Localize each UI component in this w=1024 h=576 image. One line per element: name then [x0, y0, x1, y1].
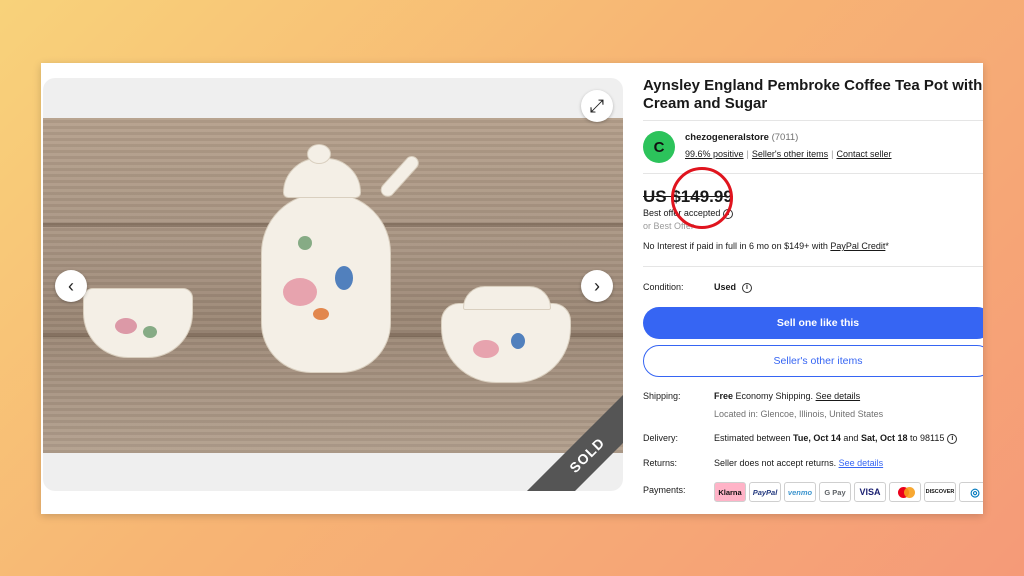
condition-value-row: Used i: [714, 282, 753, 293]
image-gallery[interactable]: ⤢ ‹ › SOLD: [43, 78, 623, 491]
mastercard-icon: [889, 482, 921, 502]
creamer: [83, 288, 193, 358]
item-location: Located in: Glencoe, Illinois, United St…: [714, 409, 884, 419]
bird-decoration: [335, 266, 353, 290]
leaf-decoration: [298, 236, 312, 250]
listing-title: Aynsley England Pembroke Coffee Tea Pot …: [643, 77, 983, 112]
divider: [643, 120, 983, 121]
chevron-right-icon: ›: [594, 275, 600, 296]
returns-label: Returns:: [643, 458, 678, 468]
shipping-free: Free: [714, 391, 734, 401]
info-icon[interactable]: i: [742, 282, 753, 293]
flower-decoration: [115, 318, 137, 334]
payment-methods: Klarna PayPal venmo G Pay VISA DISCOVER …: [714, 482, 983, 502]
seller-links: 99.6% positive | Seller's other items | Cont…: [685, 149, 892, 159]
sugar-bowl: [441, 303, 571, 383]
venmo-icon: venmo: [784, 482, 816, 502]
klarna-icon: Klarna: [714, 482, 746, 502]
shipping-label: Shipping:: [643, 391, 681, 401]
financing-info: No Interest if paid in full in 6 mo on $…: [643, 241, 889, 251]
delivery-and: and: [840, 433, 861, 443]
delivery-zip: to 98115: [907, 433, 945, 443]
previous-image-button[interactable]: ‹: [55, 270, 87, 302]
shipping-method: Economy Shipping.: [733, 391, 816, 401]
sellers-other-items-button[interactable]: Seller's other items: [643, 345, 983, 377]
teapot: [261, 193, 391, 373]
seller-feedback-count: (7011): [771, 132, 799, 143]
flower-decoration: [473, 340, 499, 358]
google-pay-icon: G Pay: [819, 482, 851, 502]
teapot-spout: [377, 153, 422, 200]
contact-seller-link[interactable]: Contact seller: [836, 149, 891, 159]
sugar-bowl-lid: [463, 286, 551, 310]
delivery-end: Sat, Oct 18: [860, 433, 908, 443]
discover-icon: DISCOVER: [924, 482, 956, 502]
leaf-decoration: [143, 326, 157, 338]
bird-decoration: [511, 333, 525, 349]
delivery-start: Tue, Oct 14: [793, 433, 841, 443]
divider: [643, 266, 983, 267]
seller-avatar[interactable]: C: [643, 131, 675, 163]
delivery-prefix: Estimated between: [714, 433, 794, 443]
expand-icon: ⤢: [589, 95, 605, 116]
returns-text: Seller does not accept returns.: [714, 458, 839, 468]
financing-suffix: *: [885, 241, 889, 251]
teapot-lid: [283, 158, 361, 198]
sell-one-like-this-button[interactable]: Sell one like this: [643, 307, 983, 339]
shipping-value: Free Economy Shipping. See details: [714, 391, 860, 401]
flower-decoration: [283, 278, 317, 306]
shipping-details-link[interactable]: See details: [816, 391, 861, 401]
listing-info: Aynsley England Pembroke Coffee Tea Pot …: [643, 63, 983, 514]
flower-decoration: [313, 308, 329, 320]
paypal-credit-link[interactable]: PayPal Credit: [830, 241, 885, 251]
visa-icon: VISA: [854, 482, 886, 502]
seller-name[interactable]: chezogeneralstore: [685, 132, 769, 143]
delivery-label: Delivery:: [643, 433, 679, 443]
listing-page: ⤢ ‹ › SOLD Aynsley England Pembroke Coff…: [41, 63, 983, 514]
returns-details-link[interactable]: See details: [839, 458, 884, 468]
chevron-left-icon: ‹: [68, 275, 74, 296]
annotation-circle: [671, 167, 733, 229]
financing-text: No Interest if paid in full in 6 mo on $…: [643, 241, 831, 251]
expand-button[interactable]: ⤢: [581, 90, 613, 122]
seller-info: chezogeneralstore (7011): [685, 132, 798, 143]
seller-other-items-link[interactable]: Seller's other items: [752, 149, 828, 159]
payments-label: Payments:: [643, 485, 686, 495]
info-icon[interactable]: i: [947, 433, 958, 444]
returns-value: Seller does not accept returns. See deta…: [714, 458, 883, 468]
product-photo[interactable]: [43, 118, 623, 453]
diners-club-icon: ◎: [959, 482, 983, 502]
condition-value: Used: [714, 282, 737, 292]
next-image-button[interactable]: ›: [581, 270, 613, 302]
teapot-knob: [307, 144, 331, 164]
paypal-icon: PayPal: [749, 482, 781, 502]
delivery-value: Estimated between Tue, Oct 14 and Sat, O…: [714, 433, 958, 444]
seller-positive-link[interactable]: 99.6% positive: [685, 149, 744, 159]
condition-label: Condition:: [643, 282, 684, 292]
